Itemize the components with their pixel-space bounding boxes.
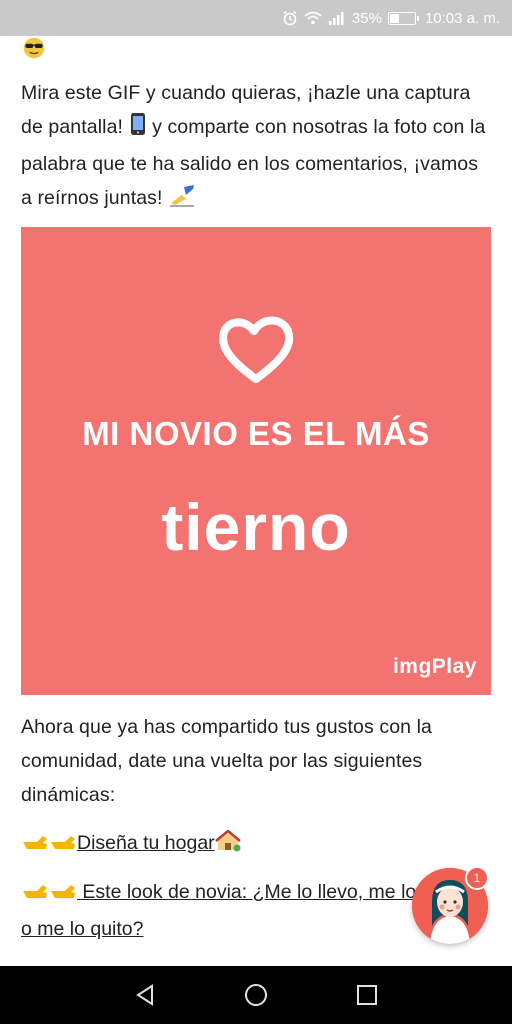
writing-hand-icon: [168, 183, 196, 218]
link-label: Diseña tu hogar: [77, 832, 215, 854]
pointing-hands-icon: [21, 878, 77, 912]
outro-paragraph: Ahora que ya has compartido tus gustos c…: [21, 716, 432, 806]
gif-text-line1: MI NOVIO ES EL MÁS: [82, 415, 430, 452]
intro-paragraph: Mira este GIF y cuando quieras, ¡hazle u…: [21, 76, 493, 218]
battery-percent: 35%: [351, 9, 382, 27]
recents-icon: [356, 985, 377, 1005]
gif-text-line2: tierno: [161, 490, 351, 564]
system-nav-bar: [0, 966, 512, 1024]
wifi-icon: [304, 11, 322, 25]
status-time: 10:03 a. m.: [424, 9, 500, 27]
mobile-phone-icon: [129, 112, 147, 147]
back-icon: [136, 984, 154, 1006]
back-button[interactable]: [125, 975, 165, 1015]
post-content: Mira este GIF y cuando quieras, ¡hazle u…: [0, 36, 512, 966]
imgplay-logo: imgPlay: [392, 655, 477, 678]
home-icon: [244, 984, 267, 1006]
alarm-icon: [282, 10, 298, 26]
pointing-hands-icon: [21, 829, 77, 863]
gif-image[interactable]: MI NOVIO ES EL MÁS tierno imgPlay: [21, 227, 491, 695]
heart-icon: [216, 315, 296, 390]
home-button[interactable]: [236, 975, 276, 1015]
notification-badge: 1: [465, 866, 489, 890]
recents-button[interactable]: [347, 975, 387, 1015]
house-with-garden-icon: [214, 829, 241, 863]
sunglasses-emoji-icon: [20, 36, 48, 60]
battery-icon: [387, 11, 419, 25]
signal-icon: [328, 11, 346, 25]
status-bar: 35% 10:03 a. m.: [0, 0, 512, 36]
link-disena-tu-hogar[interactable]: Diseña tu hogar: [21, 826, 493, 863]
